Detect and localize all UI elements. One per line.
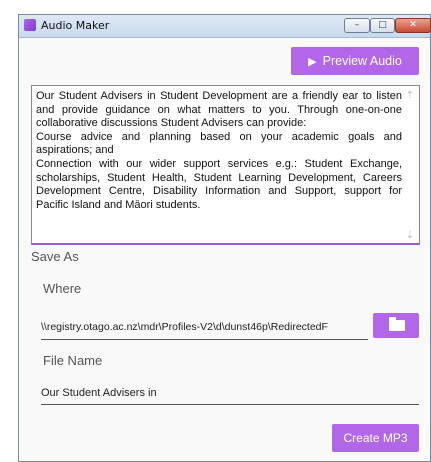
scroll-up-arrow-icon[interactable]: ⇡ <box>403 90 417 101</box>
close-button[interactable]: ✕ <box>395 18 431 33</box>
preview-audio-button[interactable]: ▶ Preview Audio <box>291 47 419 75</box>
window-title: Audio Maker <box>41 19 110 32</box>
text-input-content: Our Student Advisers in Student Developm… <box>36 90 402 211</box>
browse-folder-button[interactable] <box>373 313 419 338</box>
file-name-field[interactable]: Our Student Advisers in <box>41 382 419 405</box>
save-location-field[interactable]: \\registry.otago.ac.nz\mdr\Profiles-V2\d… <box>41 315 368 340</box>
file-name-label: File Name <box>43 353 103 368</box>
title-bar[interactable]: Audio Maker – □ ✕ <box>19 15 431 38</box>
app-window: Audio Maker – □ ✕ ▶ Preview Audio Our Stu… <box>18 14 431 462</box>
where-label: Where <box>43 281 82 296</box>
save-as-heading: Save As <box>31 249 79 264</box>
minimize-button[interactable]: – <box>344 18 370 33</box>
folder-icon <box>389 317 405 331</box>
maximize-button[interactable]: □ <box>370 18 395 33</box>
text-input-area[interactable]: Our Student Advisers in Student Developm… <box>31 85 420 245</box>
scroll-down-arrow-icon[interactable]: ⇣ <box>403 230 417 241</box>
create-mp3-button[interactable]: Create MP3 <box>332 424 419 452</box>
app-icon <box>24 19 36 31</box>
preview-audio-label: Preview Audio <box>322 54 402 68</box>
play-icon: ▶ <box>308 56 317 68</box>
